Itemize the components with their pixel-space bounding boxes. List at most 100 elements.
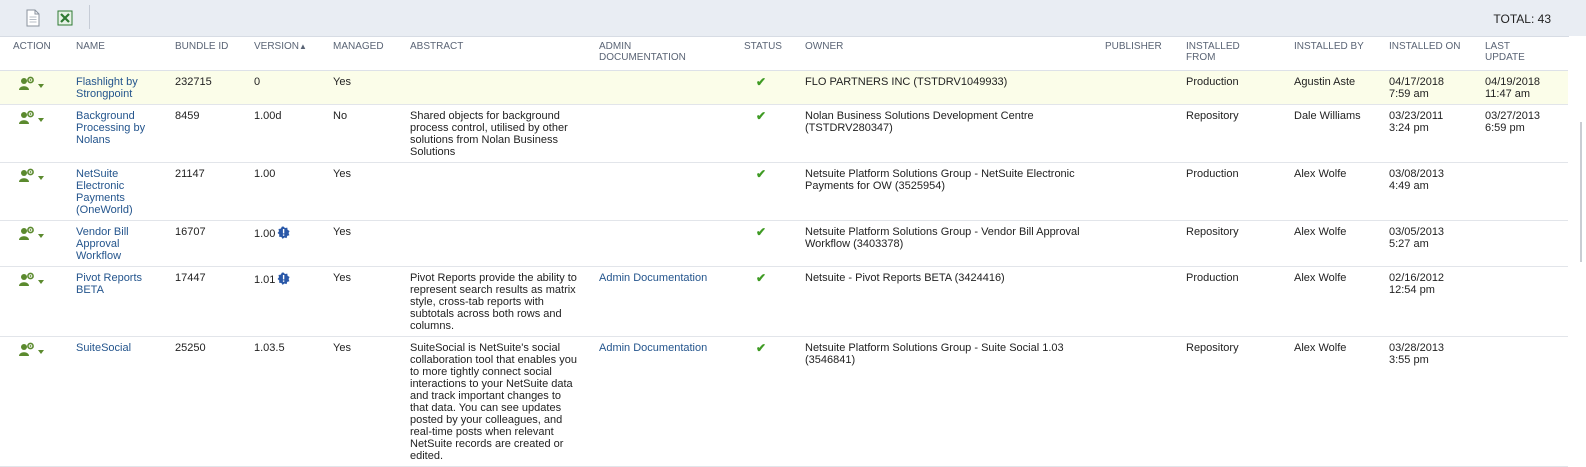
cell-installed-from: Repository xyxy=(1186,104,1294,163)
row-action-menu[interactable] xyxy=(19,76,44,93)
cell-installed-by: Alex Wolfe xyxy=(1294,336,1389,467)
bundle-name-link[interactable]: Vendor Bill Approval Workflow xyxy=(76,226,129,262)
col-installed-from[interactable]: INSTALLED FROM xyxy=(1186,37,1294,71)
col-version[interactable]: VERSION▲ xyxy=(254,37,333,71)
cell-owner: Nolan Business Solutions Development Cen… xyxy=(805,104,1105,163)
bundle-name-link[interactable]: SuiteSocial xyxy=(76,342,131,354)
cell-bundle-id: 8459 xyxy=(175,104,254,163)
row-action-menu[interactable] xyxy=(19,226,44,243)
cell-admin-documentation xyxy=(599,70,744,105)
user-gear-icon xyxy=(19,168,36,185)
cell-admin-documentation xyxy=(599,162,744,221)
user-gear-icon xyxy=(19,110,36,127)
cell-last-update xyxy=(1485,220,1568,267)
cell-name: Pivot Reports BETA xyxy=(76,266,175,337)
cell-admin-documentation xyxy=(599,220,744,267)
cell-admin-documentation xyxy=(599,104,744,163)
cell-managed: Yes xyxy=(333,162,410,221)
row-action-menu[interactable] xyxy=(19,272,44,289)
cell-bundle-id: 232715 xyxy=(175,70,254,105)
user-gear-icon xyxy=(19,342,36,359)
excel-export-icon[interactable] xyxy=(56,9,74,27)
col-status[interactable]: STATUS xyxy=(744,37,805,71)
cell-publisher xyxy=(1105,162,1186,221)
col-action[interactable]: ACTION xyxy=(0,37,76,71)
col-last-update[interactable]: LAST UPDATE xyxy=(1485,37,1568,71)
cell-status: ✔ xyxy=(744,220,805,267)
installed-bundles-table: ACTION NAME BUNDLE ID VERSION▲ MANAGED A… xyxy=(0,37,1568,467)
cell-owner: Netsuite Platform Solutions Group - Suit… xyxy=(805,336,1105,467)
total-count: TOTAL: 43 xyxy=(1493,12,1551,26)
col-managed[interactable]: MANAGED xyxy=(333,37,410,71)
table-row[interactable]: Vendor Bill Approval Workflow 16707 1.00 Y… xyxy=(0,220,1568,267)
cell-installed-by: Alex Wolfe xyxy=(1294,266,1389,337)
cell-installed-on: 04/17/2018 7:59 am xyxy=(1389,70,1485,105)
col-publisher[interactable]: PUBLISHER xyxy=(1105,37,1186,71)
cell-status: ✔ xyxy=(744,336,805,467)
cell-abstract: SuiteSocial is NetSuite's social collabor… xyxy=(410,336,599,467)
cell-publisher xyxy=(1105,266,1186,337)
table-header-row: ACTION NAME BUNDLE ID VERSION▲ MANAGED A… xyxy=(0,37,1568,71)
cell-publisher xyxy=(1105,104,1186,163)
toolbar-separator xyxy=(89,5,90,29)
new-document-icon[interactable] xyxy=(24,9,42,27)
cell-name: SuiteSocial xyxy=(76,336,175,467)
bundle-name-link[interactable]: Background Processing by Nolans xyxy=(76,110,145,146)
col-name[interactable]: NAME xyxy=(76,37,175,71)
status-check-icon: ✔ xyxy=(756,225,767,239)
cell-version: 1.00 xyxy=(254,220,333,267)
scrollbar-thumb[interactable] xyxy=(1580,122,1582,262)
col-abstract[interactable]: ABSTRACT xyxy=(410,37,599,71)
cell-last-update xyxy=(1485,336,1568,467)
admin-documentation-link[interactable]: Admin Documentation xyxy=(599,342,707,354)
cell-installed-on: 03/28/2013 3:55 pm xyxy=(1389,336,1485,467)
cell-installed-from: Repository xyxy=(1186,220,1294,267)
cell-installed-from: Repository xyxy=(1186,336,1294,467)
cell-installed-from: Production xyxy=(1186,266,1294,337)
cell-last-update: 04/19/2018 11:47 am xyxy=(1485,70,1568,105)
list-toolbar: TOTAL: 43 xyxy=(0,0,1586,37)
admin-documentation-link[interactable]: Admin Documentation xyxy=(599,272,707,284)
col-owner[interactable]: OWNER xyxy=(805,37,1105,71)
col-installed-on[interactable]: INSTALLED ON xyxy=(1389,37,1485,71)
cell-abstract: Shared objects for background process con… xyxy=(410,104,599,163)
cell-last-update xyxy=(1485,162,1568,221)
cell-publisher xyxy=(1105,70,1186,105)
row-action-menu[interactable] xyxy=(19,168,44,185)
cell-name: Vendor Bill Approval Workflow xyxy=(76,220,175,267)
cell-action xyxy=(0,104,76,163)
cell-action xyxy=(0,336,76,467)
bundle-name-link[interactable]: Flashlight by Strongpoint xyxy=(76,76,138,100)
bundle-name-link[interactable]: NetSuite Electronic Payments (OneWorld) xyxy=(76,168,133,216)
cell-admin-documentation: Admin Documentation xyxy=(599,266,744,337)
row-action-menu[interactable] xyxy=(19,110,44,127)
col-admin-documentation[interactable]: ADMIN DOCUMENTATION xyxy=(599,37,744,71)
cell-name: Background Processing by Nolans xyxy=(76,104,175,163)
row-action-menu[interactable] xyxy=(19,342,44,359)
update-available-icon[interactable] xyxy=(277,272,291,288)
cell-status: ✔ xyxy=(744,162,805,221)
col-installed-by[interactable]: INSTALLED BY xyxy=(1294,37,1389,71)
cell-installed-on: 03/08/2013 4:49 am xyxy=(1389,162,1485,221)
table-row[interactable]: Pivot Reports BETA 17447 1.01 Yes Pivot R… xyxy=(0,266,1568,337)
table-row[interactable]: Flashlight by Strongpoint 232715 0 Yes ✔ … xyxy=(0,70,1568,105)
cell-installed-from: Production xyxy=(1186,162,1294,221)
status-check-icon: ✔ xyxy=(756,109,767,123)
col-bundle-id[interactable]: BUNDLE ID xyxy=(175,37,254,71)
update-available-icon[interactable] xyxy=(277,226,291,242)
cell-version: 1.00d xyxy=(254,104,333,163)
cell-installed-by: Alex Wolfe xyxy=(1294,220,1389,267)
cell-managed: Yes xyxy=(333,266,410,337)
cell-abstract xyxy=(410,70,599,105)
table-row[interactable]: NetSuite Electronic Payments (OneWorld) 211… xyxy=(0,162,1568,221)
cell-installed-on: 02/16/2012 12:54 pm xyxy=(1389,266,1485,337)
status-check-icon: ✔ xyxy=(756,75,767,89)
chevron-down-icon xyxy=(38,279,44,284)
vertical-scrollbar[interactable] xyxy=(1569,36,1586,449)
cell-action xyxy=(0,70,76,105)
cell-admin-documentation: Admin Documentation xyxy=(599,336,744,467)
table-row[interactable]: Background Processing by Nolans 8459 1.00d… xyxy=(0,104,1568,163)
bundle-name-link[interactable]: Pivot Reports BETA xyxy=(76,272,142,296)
cell-installed-by: Dale Williams xyxy=(1294,104,1389,163)
table-row[interactable]: SuiteSocial 25250 1.03.5 Yes SuiteSocial… xyxy=(0,336,1568,467)
